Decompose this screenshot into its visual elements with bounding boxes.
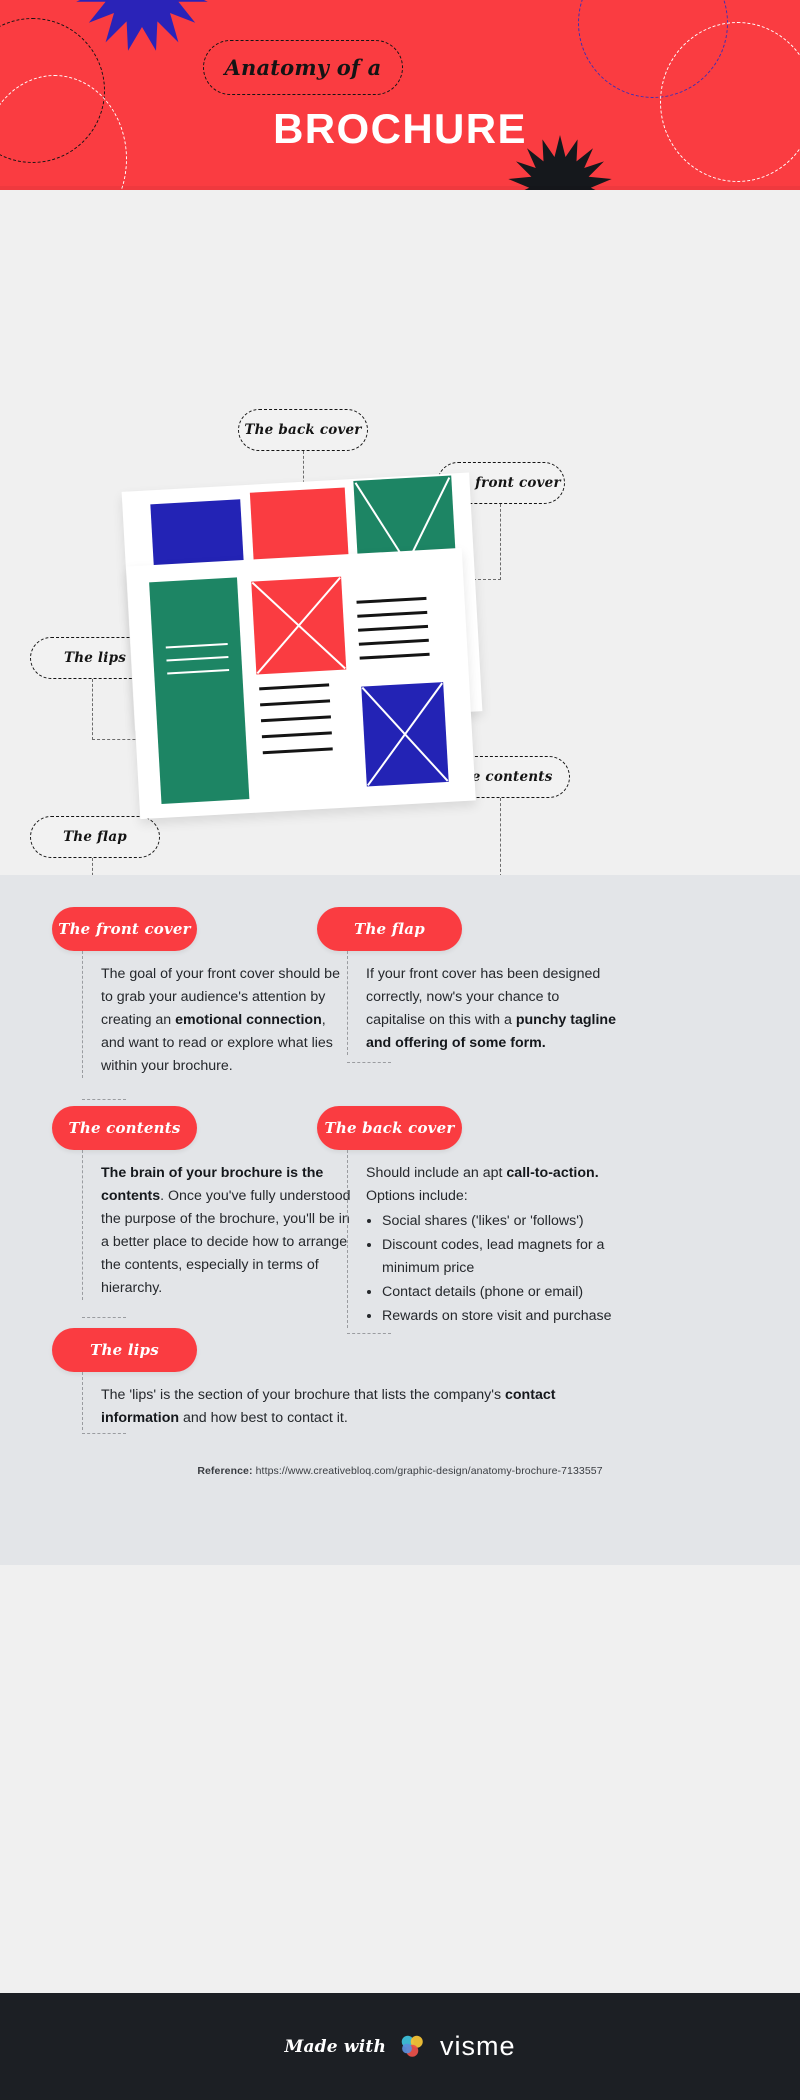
card-back-cover-title: The back cover	[324, 1119, 455, 1137]
callout-flap: The flap	[30, 816, 160, 858]
leader-line-front-cover-v	[500, 504, 501, 580]
callout-back-cover-label: The back cover	[244, 422, 362, 438]
content-text-line	[261, 731, 332, 738]
brochure-open-sheet	[126, 547, 476, 820]
card-front-cover-title: The front cover	[58, 920, 191, 938]
dashed-circle-purple-icon	[578, 0, 728, 98]
card-back-cover-body: Should include an apt call-to-action. Op…	[347, 1150, 617, 1328]
card-tail	[82, 1099, 126, 1100]
panel-text-line	[166, 656, 229, 662]
starburst-blue-icon	[76, 0, 208, 51]
card-flap: The flap If your front cover has been de…	[317, 907, 617, 1063]
panel-flap-green	[149, 577, 250, 804]
made-with-label: Made with	[284, 2036, 387, 2057]
footer-bar: Made with visme	[0, 1993, 800, 2100]
dashed-circle-white-2-icon	[660, 22, 800, 182]
card-front-cover-pill[interactable]: The front cover	[52, 907, 197, 951]
card-lips-pill[interactable]: The lips	[52, 1328, 197, 1372]
card-contents-pill[interactable]: The contents	[52, 1106, 197, 1150]
content-text-line	[356, 596, 427, 604]
panel-text-line	[165, 643, 228, 649]
card-tail	[82, 1317, 126, 1318]
content-text-line	[260, 715, 331, 722]
card-contents: The contents The brain of your brochure …	[52, 1106, 352, 1318]
title-pill: Anatomy of a	[203, 40, 403, 95]
card-flap-title: The flap	[354, 920, 425, 938]
panel-image-blue	[361, 682, 449, 787]
content-text-line	[358, 638, 429, 646]
card-tail	[82, 1433, 126, 1434]
reference-line: Reference: https://www.creativebloq.com/…	[0, 1465, 800, 1477]
panel-text-line	[167, 668, 230, 675]
image-placeholder-cross-icon	[251, 576, 346, 675]
callout-lips-label: The lips	[63, 650, 127, 666]
leader-line-lips-v	[92, 679, 93, 740]
leader-line-contents-v	[500, 798, 501, 882]
card-flap-body: If your front cover has been designed co…	[347, 951, 617, 1055]
card-front-cover-body: The goal of your front cover should be t…	[82, 951, 352, 1078]
explanation-cards-section: The front cover The goal of your front c…	[0, 875, 800, 1565]
image-placeholder-cross-icon	[361, 682, 449, 787]
card-lips-title: The lips	[90, 1341, 159, 1359]
content-text-line	[359, 652, 430, 660]
content-text-line	[358, 624, 429, 632]
callout-flap-label: The flap	[63, 829, 127, 845]
header-banner: Anatomy of a BROCHURE	[0, 0, 800, 190]
header-script-title: Anatomy of a	[224, 55, 382, 80]
content-text-line	[357, 610, 428, 618]
diagram-section: The back cover The front cover The lips	[0, 190, 800, 934]
panel-image-red	[251, 576, 347, 675]
card-lips-body: The 'lips' is the section of your brochu…	[82, 1372, 612, 1430]
content-text-line	[262, 747, 333, 754]
card-tail	[347, 1062, 391, 1063]
card-back-cover: The back cover Should include an apt cal…	[317, 1106, 617, 1334]
infographic-page: Anatomy of a BROCHURE The back cover The…	[0, 0, 800, 2100]
card-back-cover-pill[interactable]: The back cover	[317, 1106, 462, 1150]
callout-back-cover: The back cover	[238, 409, 368, 451]
visme-logo-icon	[401, 2035, 423, 2057]
content-text-line	[260, 699, 331, 706]
card-front-cover: The front cover The goal of your front c…	[52, 907, 352, 1100]
card-contents-title: The contents	[68, 1119, 181, 1137]
page-title: BROCHURE	[273, 105, 527, 152]
card-lips: The lips The 'lips' is the section of yo…	[52, 1328, 612, 1434]
content-text-line	[259, 683, 330, 690]
visme-brand-label: visme	[440, 2031, 516, 2061]
card-contents-body: The brain of your brochure is the conten…	[82, 1150, 352, 1300]
card-flap-pill[interactable]: The flap	[317, 907, 462, 951]
reference-label: Reference:	[197, 1465, 253, 1477]
reference-url: https://www.creativebloq.com/graphic-des…	[252, 1465, 603, 1477]
